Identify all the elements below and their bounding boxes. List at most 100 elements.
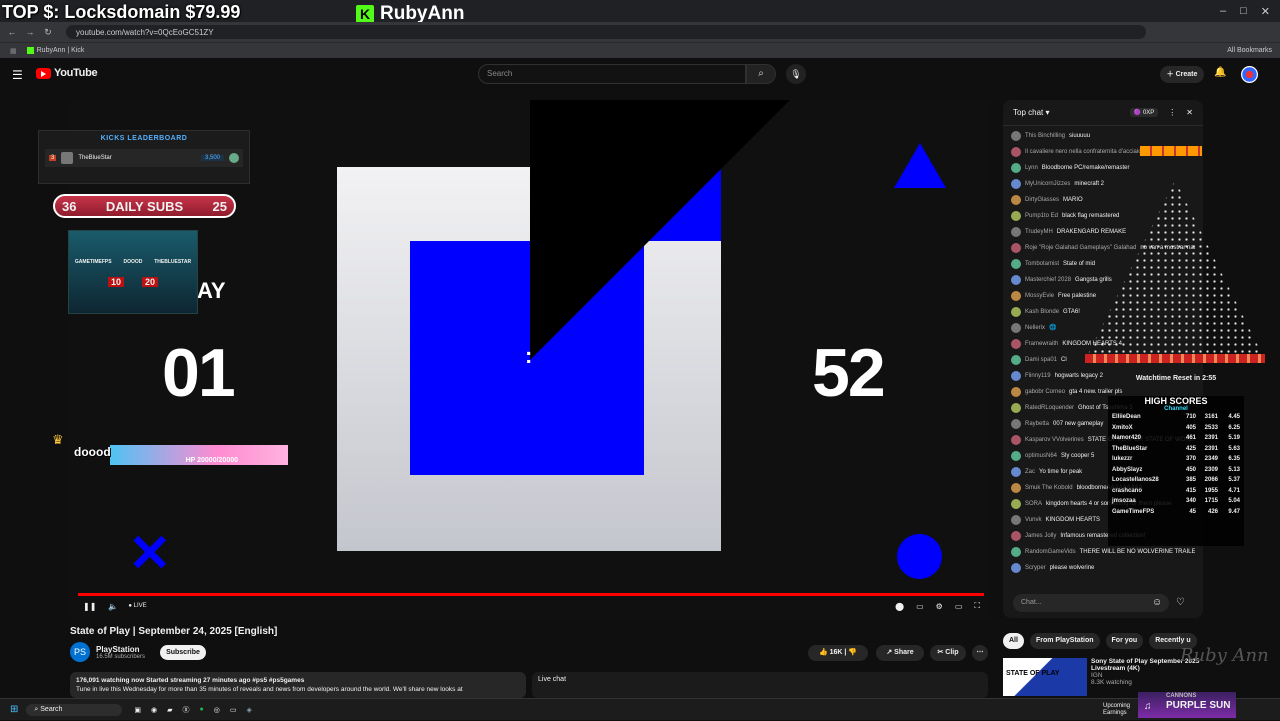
bell-icon[interactable]: 🔔 (1214, 67, 1226, 78)
maximize-icon[interactable]: □ (1240, 5, 1247, 17)
live-chat-box[interactable]: Live chat (532, 672, 988, 698)
reload-icon[interactable]: ↻ (42, 27, 54, 38)
chat-author[interactable]: Lynn (1025, 160, 1038, 176)
chat-author[interactable]: Nellerix (1025, 320, 1045, 336)
like-button[interactable]: 👍 16K | 👎 (808, 645, 868, 661)
chat-author[interactable]: James Jolly (1025, 528, 1056, 544)
chat-avatar[interactable] (1011, 339, 1021, 349)
chat-avatar[interactable] (1011, 307, 1021, 317)
taskbar-search[interactable]: ⌕ Search (26, 703, 123, 716)
chat-author[interactable]: RatedRLoquender (1025, 400, 1074, 416)
chat-avatar[interactable] (1011, 563, 1021, 573)
theater-icon[interactable]: ▭ (955, 602, 963, 611)
chat-avatar[interactable] (1011, 515, 1021, 525)
chat-author[interactable]: Tombotamist (1025, 256, 1059, 272)
close-chat-icon[interactable]: ✕ (1186, 108, 1193, 117)
live-badge[interactable]: ● LIVE (128, 603, 146, 609)
chat-avatar[interactable] (1011, 531, 1021, 541)
chat-avatar[interactable] (1011, 163, 1021, 173)
search-button[interactable]: ⌕ (746, 64, 776, 84)
chat-author[interactable]: Zac (1025, 464, 1035, 480)
chat-avatar[interactable] (1011, 227, 1021, 237)
more-icon[interactable]: ⋮ (1168, 108, 1176, 117)
chat-avatar[interactable] (1011, 131, 1021, 141)
settings-gear-icon[interactable]: ⚙ (936, 602, 943, 611)
chat-author[interactable]: Raybetta (1025, 416, 1049, 432)
bookmark-rubyann[interactable]: RubyAnn | Kick (26, 47, 84, 54)
chat-author[interactable]: RandomGameVids (1025, 544, 1076, 560)
taskview-icon[interactable]: ▣ (134, 706, 141, 714)
chat-author[interactable]: Kasparov VVolverines (1025, 432, 1084, 448)
create-button[interactable]: ＋ Create (1160, 66, 1204, 83)
chat-author[interactable]: Kash Blonde (1025, 304, 1059, 320)
volume-icon[interactable]: 🔈 (108, 602, 118, 611)
youtube-logo[interactable]: YouTube (36, 67, 98, 79)
chat-avatar[interactable] (1011, 275, 1021, 285)
chip-from-playstation[interactable]: From PlayStation (1029, 633, 1100, 649)
chat-avatar[interactable] (1011, 547, 1021, 557)
heart-icon[interactable]: ♡ (1176, 597, 1185, 608)
search-input[interactable]: Search (478, 64, 746, 84)
chat-avatar[interactable] (1011, 499, 1021, 509)
forward-icon[interactable]: → (24, 27, 36, 37)
chat-author[interactable]: Masterchief 2028 (1025, 272, 1071, 288)
top-chat-dropdown[interactable]: Top chat ▾ (1013, 108, 1050, 117)
terminal-icon[interactable]: ▭ (230, 706, 237, 714)
chat-avatar[interactable] (1011, 403, 1021, 413)
chat-author[interactable]: gabobr Corneo (1025, 384, 1065, 400)
chat-author[interactable]: Pump1to Ed (1025, 208, 1058, 224)
chat-avatar[interactable] (1011, 291, 1021, 301)
captions-icon[interactable]: ▭ (916, 602, 924, 611)
subscribe-button[interactable]: Subscribe (160, 645, 206, 660)
chat-author[interactable]: Framewraith (1025, 336, 1058, 352)
chat-avatar[interactable] (1011, 419, 1021, 429)
fullscreen-icon[interactable]: ⛶ (974, 601, 980, 611)
apps-icon[interactable]: ▦ (10, 47, 17, 55)
folder-icon[interactable]: ▰ (167, 706, 172, 714)
back-icon[interactable]: ← (6, 27, 18, 37)
clip-button[interactable]: ✂ Clip (930, 645, 966, 661)
chat-avatar[interactable] (1011, 371, 1021, 381)
chat-avatar[interactable] (1011, 355, 1021, 365)
chat-avatar[interactable] (1011, 387, 1021, 397)
chat-avatar[interactable] (1011, 435, 1021, 445)
chat-author[interactable]: DirtyGlasses (1025, 192, 1059, 208)
chat-author[interactable]: Dami spa01 (1025, 352, 1057, 368)
chat-avatar[interactable] (1011, 451, 1021, 461)
points-badge[interactable]: 🟣 0XP (1129, 108, 1159, 117)
chat-author[interactable]: SORA (1025, 496, 1042, 512)
chat-author[interactable]: Scryper (1025, 560, 1046, 576)
chat-author[interactable]: MossyEvie (1025, 288, 1054, 304)
chat-author[interactable]: Il cavaliere nero nella confraternita d'… (1025, 144, 1142, 160)
share-button[interactable]: ↗ Share (876, 645, 924, 661)
video-progress-bar[interactable] (78, 593, 984, 596)
more-actions-icon[interactable]: ⋯ (972, 645, 988, 661)
minimize-icon[interactable]: – (1220, 5, 1226, 17)
emoji-icon[interactable]: ☺ (1152, 597, 1162, 608)
url-field[interactable]: youtube.com/watch?v=0QcEoGC51ZY (66, 25, 1146, 39)
chat-avatar[interactable] (1011, 467, 1021, 477)
chat-author[interactable]: Smuk The Kobold (1025, 480, 1073, 496)
discord-icon[interactable]: ◈ (246, 706, 251, 714)
chat-author[interactable]: This Binchilling (1025, 128, 1065, 144)
firefox-icon[interactable]: ◉ (151, 706, 157, 714)
chip-all[interactable]: All (1003, 633, 1024, 649)
chat-avatar[interactable] (1011, 483, 1021, 493)
channel-name[interactable]: PlayStation (96, 645, 145, 654)
windows-start-icon[interactable]: ⊞ (10, 704, 18, 715)
close-icon[interactable]: ✕ (1261, 5, 1270, 18)
chat-author[interactable]: Roje "Roje Galahad Gameplays" Galahad (1025, 240, 1136, 256)
chat-avatar[interactable] (1011, 323, 1021, 333)
playstation-logo-icon[interactable]: PS (70, 642, 90, 662)
chat-author[interactable]: Vunvk (1025, 512, 1041, 528)
autoplay-toggle[interactable]: ⬤ (895, 602, 904, 611)
spotify-icon[interactable]: ● (200, 706, 204, 713)
chat-avatar[interactable] (1011, 211, 1021, 221)
avatar[interactable] (1241, 66, 1258, 83)
chat-avatar[interactable] (1011, 179, 1021, 189)
widgets-earnings[interactable]: Upcoming Earnings (1103, 703, 1130, 717)
chat-author[interactable]: optimusN64 (1025, 448, 1057, 464)
chat-author[interactable]: Flinny119 (1025, 368, 1051, 384)
chat-avatar[interactable] (1011, 243, 1021, 253)
chip-for-you[interactable]: For you (1105, 633, 1144, 649)
